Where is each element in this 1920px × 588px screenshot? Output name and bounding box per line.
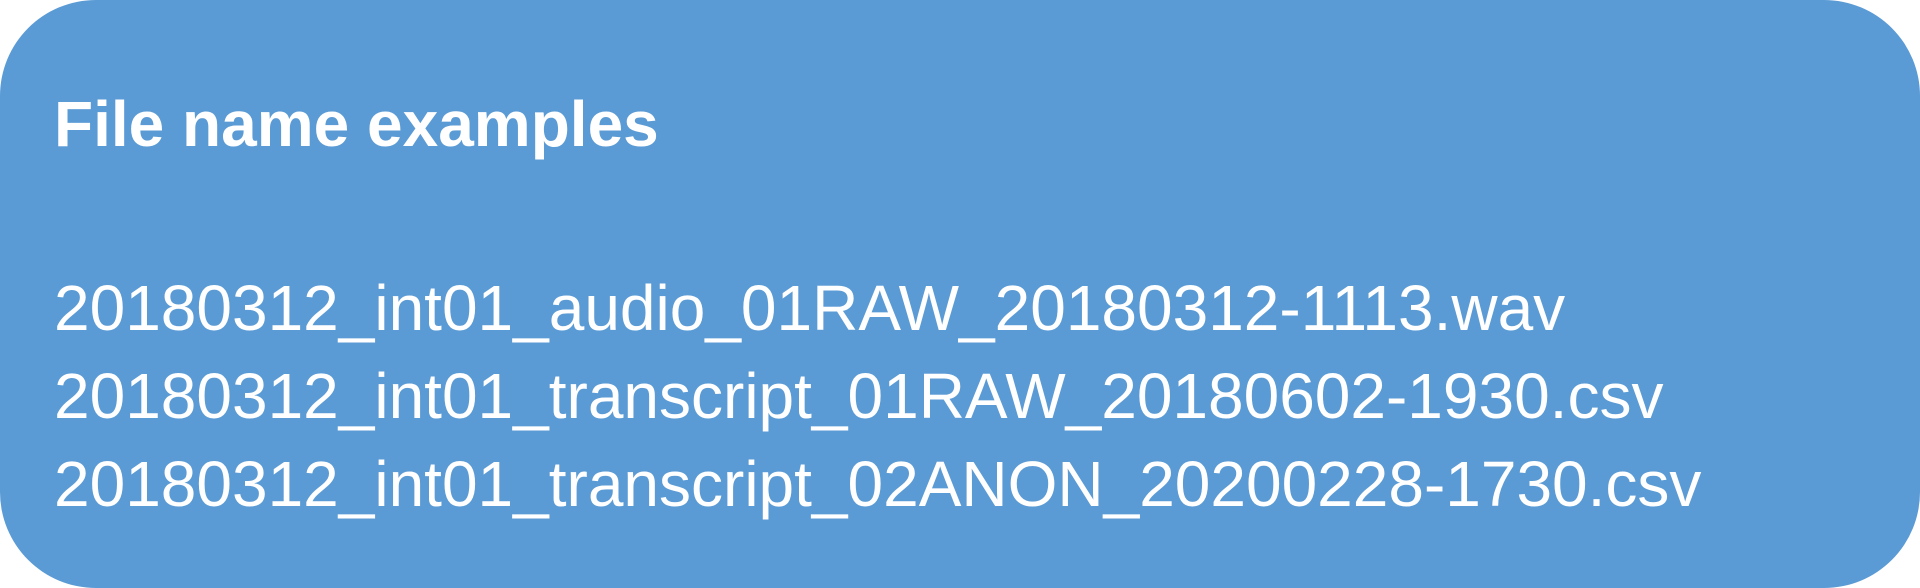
file-name-example-transcript-raw: 20180312_int01_transcript_01RAW_20180602… — [54, 360, 1664, 432]
file-name-list: 20180312_int01_audio_01RAW_20180312-1113… — [54, 264, 1701, 528]
file-name-examples-panel: File name examples 20180312_int01_audio_… — [0, 0, 1920, 588]
file-name-example-transcript-anon: 20180312_int01_transcript_02ANON_2020022… — [54, 448, 1702, 520]
file-name-example-audio: 20180312_int01_audio_01RAW_20180312-1113… — [54, 272, 1566, 344]
panel-title: File name examples — [54, 88, 659, 160]
